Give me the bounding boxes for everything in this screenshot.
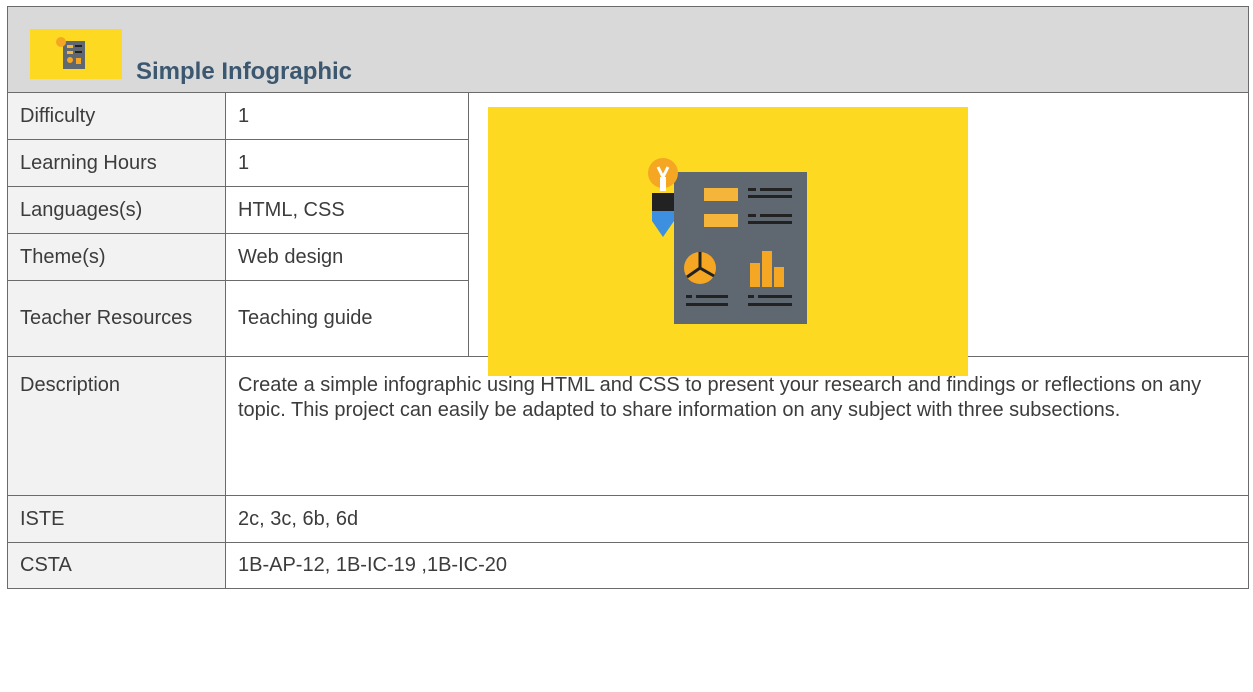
- themes-value: Web design: [225, 233, 469, 281]
- learning-hours-value: 1: [225, 139, 469, 187]
- learning-hours-label: Learning Hours: [7, 139, 226, 187]
- csta-label: CSTA: [7, 542, 226, 589]
- difficulty-label: Difficulty: [7, 92, 226, 140]
- project-image: [488, 107, 968, 376]
- description-value: Create a simple infographic using HTML a…: [224, 356, 1250, 496]
- project-header: Simple Infographic: [6, 6, 1250, 93]
- description-label: Description: [7, 356, 226, 496]
- csta-value: 1B-AP-12, 1B-IC-19 ,1B-IC-20: [224, 542, 1250, 589]
- iste-label: ISTE: [7, 495, 226, 543]
- themes-label: Theme(s): [7, 233, 226, 281]
- project-card: Simple Infographic Difficulty 1 Learning…: [6, 6, 1250, 692]
- infographic-icon: [30, 29, 122, 79]
- project-image-cell: [467, 92, 1250, 376]
- project-table: Simple Infographic Difficulty 1 Learning…: [6, 6, 1250, 589]
- page-title: Simple Infographic: [136, 58, 353, 85]
- iste-value: 2c, 3c, 6b, 6d: [224, 495, 1250, 543]
- languages-value: HTML, CSS: [225, 186, 469, 234]
- teacher-resources-value: Teaching guide: [225, 280, 469, 357]
- infographic-illustration: [648, 158, 807, 324]
- languages-label: Languages(s): [7, 186, 226, 234]
- teacher-resources-label: Teacher Resources: [7, 280, 226, 357]
- difficulty-value: 1: [225, 92, 469, 140]
